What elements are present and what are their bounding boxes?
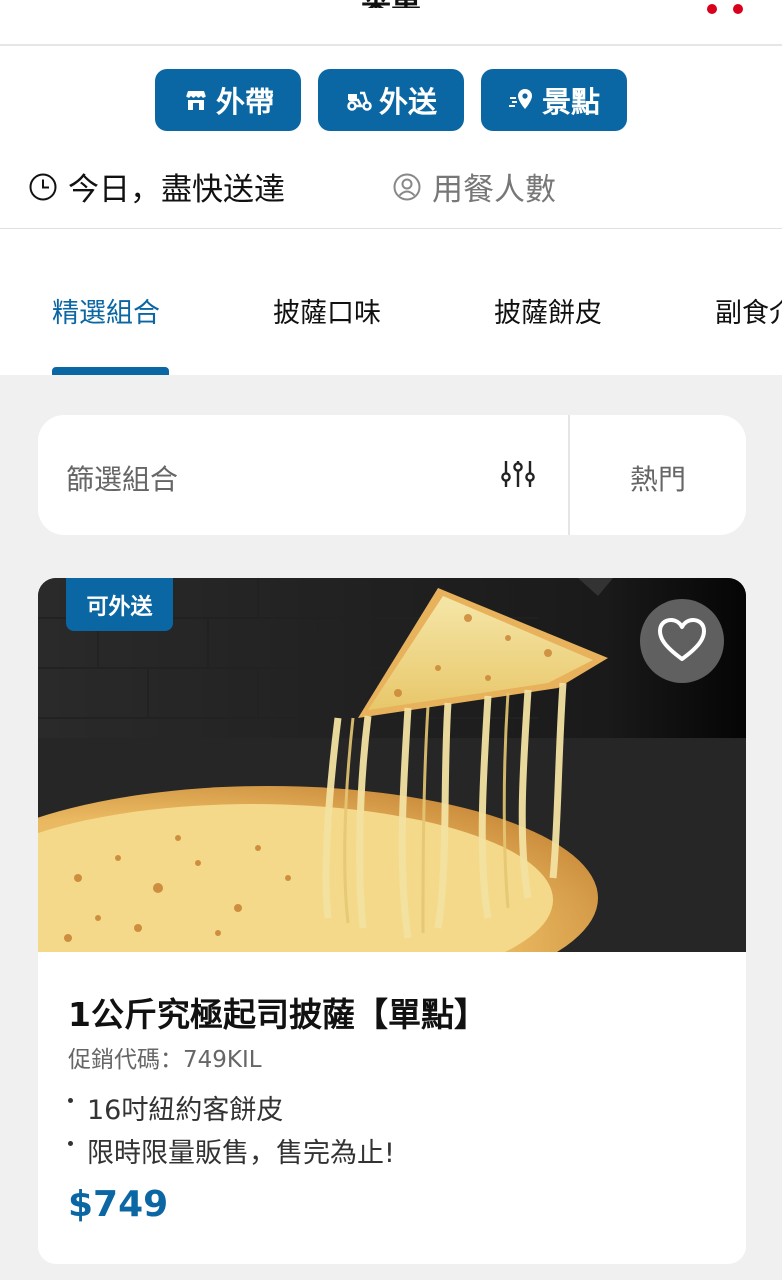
menu-dot-icon[interactable] [707, 4, 717, 14]
takeout-label: 外帶 [215, 85, 274, 119]
tab-pizza-crusts[interactable]: 披薩餅皮 [494, 291, 602, 330]
product-name: 1公斤究極起司披薩【單點】 [68, 995, 487, 1034]
category-tabs: 精選組合 披薩口味 披薩餅皮 副食介 [0, 229, 782, 375]
heart-icon [658, 618, 706, 661]
attraction-label: 景點 [541, 85, 600, 119]
promo-code: 促銷代碼：749KIL [68, 1047, 262, 1073]
filter-bar: 篩選組合 熱門 [38, 415, 746, 535]
bullet [68, 1141, 73, 1146]
diners-selector[interactable]: 用餐人數 [392, 164, 556, 209]
product-feature: 限時限量販售，售完為止! [68, 1131, 395, 1170]
store-icon [185, 91, 207, 110]
delivery-time-label: 今日，盡快送達 [68, 172, 285, 208]
delivery-button[interactable]: 外送 [318, 69, 464, 131]
product-feature: 16吋紐約客餅皮 [68, 1088, 283, 1127]
page-title: 菜單 [0, 0, 782, 8]
app-header: 菜單 [0, 0, 782, 46]
tab-pizza-flavors[interactable]: 披薩口味 [273, 291, 381, 330]
filter-sliders-icon[interactable] [498, 456, 538, 492]
product-image: 可外送 [38, 578, 746, 952]
scooter-icon [347, 91, 372, 111]
menu-dot-icon[interactable] [733, 4, 743, 14]
person-icon [393, 173, 421, 200]
product-price: $749 [68, 1184, 169, 1225]
active-tab-indicator [52, 367, 169, 375]
sort-popular-button[interactable]: 熱門 [570, 458, 746, 498]
attraction-button[interactable]: 景點 [481, 69, 627, 131]
location-pin-icon [508, 89, 532, 109]
tab-side-dishes[interactable]: 副食介 [715, 291, 782, 330]
clock-icon [29, 173, 57, 200]
product-feature-text: 限時限量販售，售完為止! [87, 1138, 395, 1169]
delivery-time-selector[interactable]: 今日，盡快送達 [28, 164, 285, 209]
delivery-label: 外送 [378, 85, 437, 119]
deliverable-badge: 可外送 [66, 578, 173, 631]
favorite-button[interactable] [640, 599, 724, 683]
filter-combos-button[interactable]: 篩選組合 [66, 458, 178, 498]
order-mode-panel: 外帶 外送 景點 今日，盡快送達 用餐人數 [0, 46, 782, 229]
product-feature-text: 16吋紐約客餅皮 [87, 1095, 284, 1126]
header-title-clip: 菜單 [0, 0, 782, 8]
takeout-button[interactable]: 外帶 [155, 69, 301, 131]
diners-label: 用餐人數 [432, 172, 556, 208]
product-card[interactable]: 可外送 1公斤究極起司披薩【單點】 促銷代碼：749KIL 16吋紐約客餅皮 限… [38, 578, 746, 1264]
tab-featured-combos[interactable]: 精選組合 [52, 291, 160, 330]
bullet [68, 1098, 73, 1103]
